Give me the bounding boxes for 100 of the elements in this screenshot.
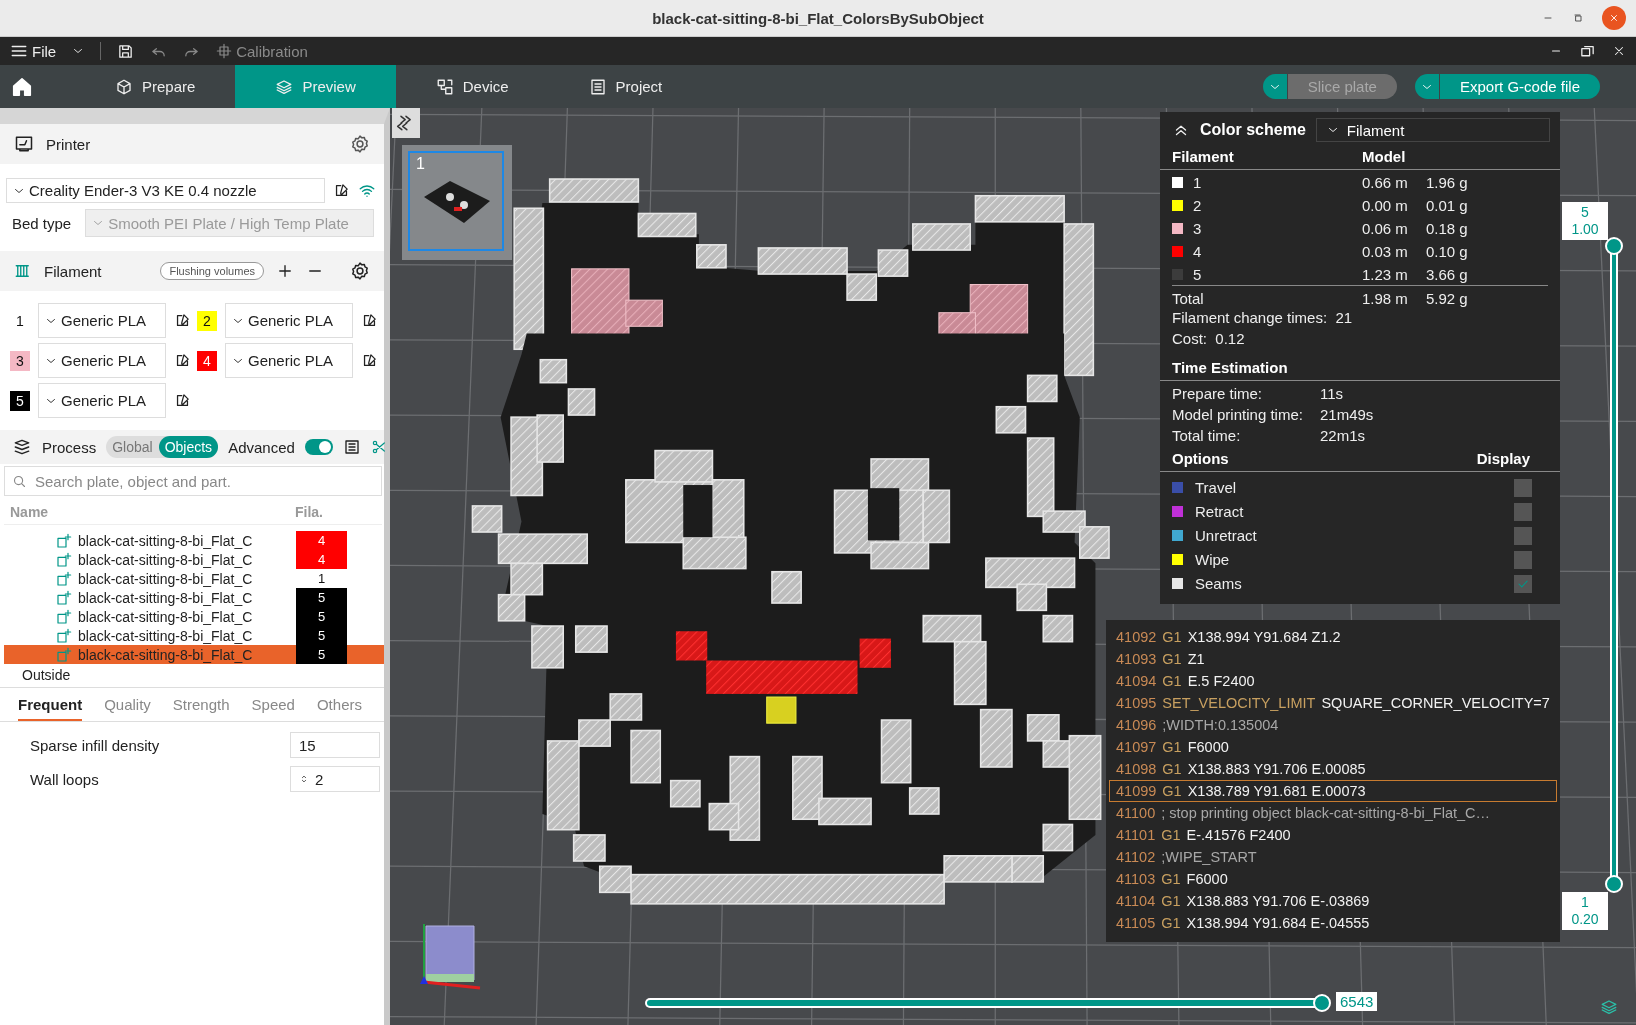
length-value: 0.66 m — [1362, 174, 1409, 191]
length-value: 0.00 m — [1362, 197, 1409, 214]
time-value: 22m1s — [1320, 427, 1367, 444]
object-row[interactable]: black-cat-sitting-8-bi_Flat_C 4 — [4, 531, 384, 550]
cube-icon — [115, 77, 133, 96]
part-icon — [56, 608, 72, 625]
filament-cell[interactable]: 4 — [296, 531, 347, 550]
display-checkbox[interactable] — [1514, 574, 1532, 593]
settings-tab[interactable]: Frequent — [18, 692, 83, 721]
setting-field[interactable]: 15 — [290, 732, 380, 758]
settings-icon[interactable] — [350, 134, 370, 154]
object-row[interactable]: black-cat-sitting-8-bi_Flat_C 4 — [4, 550, 384, 569]
settings-icon[interactable] — [350, 261, 370, 281]
object-row[interactable]: black-cat-sitting-8-bi_Flat_C 1 — [4, 569, 384, 588]
filament-label: 4 — [1193, 243, 1202, 260]
length-value: 1.98 m — [1362, 290, 1409, 307]
edit-icon[interactable] — [174, 392, 191, 409]
part-icon — [56, 627, 72, 644]
mode-switch[interactable]: Global Objects — [106, 436, 219, 458]
filament-cell[interactable]: 5 — [296, 645, 347, 664]
plus-icon[interactable] — [276, 262, 294, 280]
material-dropdown[interactable]: Generic PLA — [225, 303, 353, 338]
close-icon[interactable] — [1612, 44, 1626, 58]
dropdown-button[interactable] — [1414, 74, 1440, 99]
section-title: Process — [42, 438, 97, 456]
printer-dropdown[interactable]: Creality Ender-3 V3 KE 0.4 nozzle — [6, 178, 325, 203]
layers-icon[interactable] — [1600, 998, 1618, 1016]
filament-cell[interactable]: 5 — [296, 588, 347, 607]
settings-tab[interactable]: Strength — [172, 692, 230, 721]
material-dropdown[interactable]: Generic PLA — [225, 343, 353, 378]
material-dropdown[interactable]: Generic PLA — [38, 343, 166, 378]
edit-icon[interactable] — [174, 352, 191, 369]
gcode-line: 41094 G1 E.5 F2400 — [1115, 672, 1256, 691]
display-checkbox[interactable] — [1514, 526, 1532, 545]
edit-icon[interactable] — [333, 182, 350, 199]
filament-number-badge: 2 — [197, 310, 217, 331]
view-tab[interactable]: Prepare — [75, 65, 236, 108]
edit-icon[interactable] — [174, 312, 191, 329]
toggle-label: Advanced — [228, 438, 295, 456]
field-label: Bed type — [12, 214, 72, 232]
display-checkbox[interactable] — [1514, 550, 1532, 569]
filament-cell[interactable]: 5 — [296, 607, 347, 626]
process-layers-icon — [12, 437, 32, 457]
plate-thumbnail[interactable]: 1 — [402, 145, 512, 260]
filament-icon — [14, 262, 32, 280]
object-row[interactable]: black-cat-sitting-8-bi_Flat_C 5 — [4, 607, 384, 626]
filament-label: 2 — [1193, 197, 1202, 214]
window-title: black-cat-sitting-8-bi_Flat_ColorsBySubObject — [652, 9, 984, 27]
color-scheme-dropdown[interactable]: Filament — [1315, 118, 1550, 142]
close-button[interactable] — [1602, 6, 1626, 30]
view-tab[interactable]: Project — [548, 65, 703, 108]
mode-option[interactable]: Objects — [158, 436, 219, 458]
filament-cell[interactable]: 4 — [296, 550, 347, 569]
setting-field[interactable]: 2 — [290, 766, 380, 792]
display-checkbox[interactable] — [1514, 478, 1532, 497]
object-row[interactable]: black-cat-sitting-8-bi_Flat_C 5 — [4, 645, 384, 664]
collapse-button[interactable] — [392, 108, 420, 138]
settings-tab[interactable]: Quality — [104, 692, 151, 721]
settings-tab[interactable]: Others — [316, 692, 362, 721]
dropdown-button[interactable] — [1262, 74, 1288, 99]
object-row[interactable]: black-cat-sitting-8-bi_Flat_C 5 — [4, 626, 384, 645]
calibration-icon — [216, 43, 233, 59]
search-field[interactable]: Search plate, object and part. — [4, 466, 382, 496]
list-icon[interactable] — [342, 438, 361, 456]
filament-cell[interactable]: 5 — [296, 626, 347, 645]
tree-item[interactable]: Outside — [0, 664, 384, 688]
legend-title: Color scheme — [1200, 121, 1306, 139]
column-header: Model — [1362, 147, 1407, 167]
device-icon — [435, 77, 454, 96]
weight-value: 1.96 g — [1426, 174, 1469, 191]
length-value: 0.06 m — [1362, 220, 1409, 237]
part-icon — [56, 551, 72, 568]
time-label: Total time: — [1172, 427, 1242, 444]
search-icon — [12, 474, 27, 489]
column-header: Name — [9, 504, 50, 520]
settings-tab[interactable]: Speed — [251, 692, 295, 721]
scissors-icon[interactable] — [370, 439, 387, 455]
gcode-line: 41096 ;WIDTH:0.135004 — [1115, 716, 1280, 735]
object-row[interactable]: black-cat-sitting-8-bi_Flat_C 5 — [4, 588, 384, 607]
gcode-line: 41104 G1 X138.883 Y91.706 E-.03869 — [1115, 892, 1371, 911]
flushing-volumes-button[interactable]: Flushing volumes — [160, 262, 264, 280]
edit-icon[interactable] — [361, 352, 378, 369]
save-icon[interactable] — [117, 42, 135, 60]
material-dropdown[interactable]: Generic PLA — [38, 303, 166, 338]
column-header: Fila. — [295, 504, 323, 520]
filament-label: 5 — [1193, 266, 1202, 283]
setting-label: Wall loops — [30, 770, 100, 788]
cost-text: Cost: 0.12 — [1171, 329, 1246, 349]
view-tab[interactable]: Device — [395, 65, 549, 108]
action-button[interactable]: Export G-code file — [1439, 74, 1600, 99]
home-icon[interactable] — [11, 75, 33, 98]
file-menu[interactable]: File — [10, 42, 57, 60]
gcode-line: 41095 SET_VELOCITY_LIMIT SQUARE_CORNER_VELOCITY=7 — [1115, 694, 1551, 713]
display-checkbox[interactable] — [1514, 502, 1532, 521]
weight-value: 0.18 g — [1426, 220, 1469, 237]
advanced-toggle[interactable] — [304, 439, 333, 455]
gcode-line: 41098 G1 X138.883 Y91.706 E.00085 — [1115, 760, 1367, 779]
option-label: Unretract — [1195, 527, 1257, 544]
material-dropdown[interactable]: Generic PLA — [38, 383, 166, 418]
edit-icon[interactable] — [361, 312, 378, 329]
